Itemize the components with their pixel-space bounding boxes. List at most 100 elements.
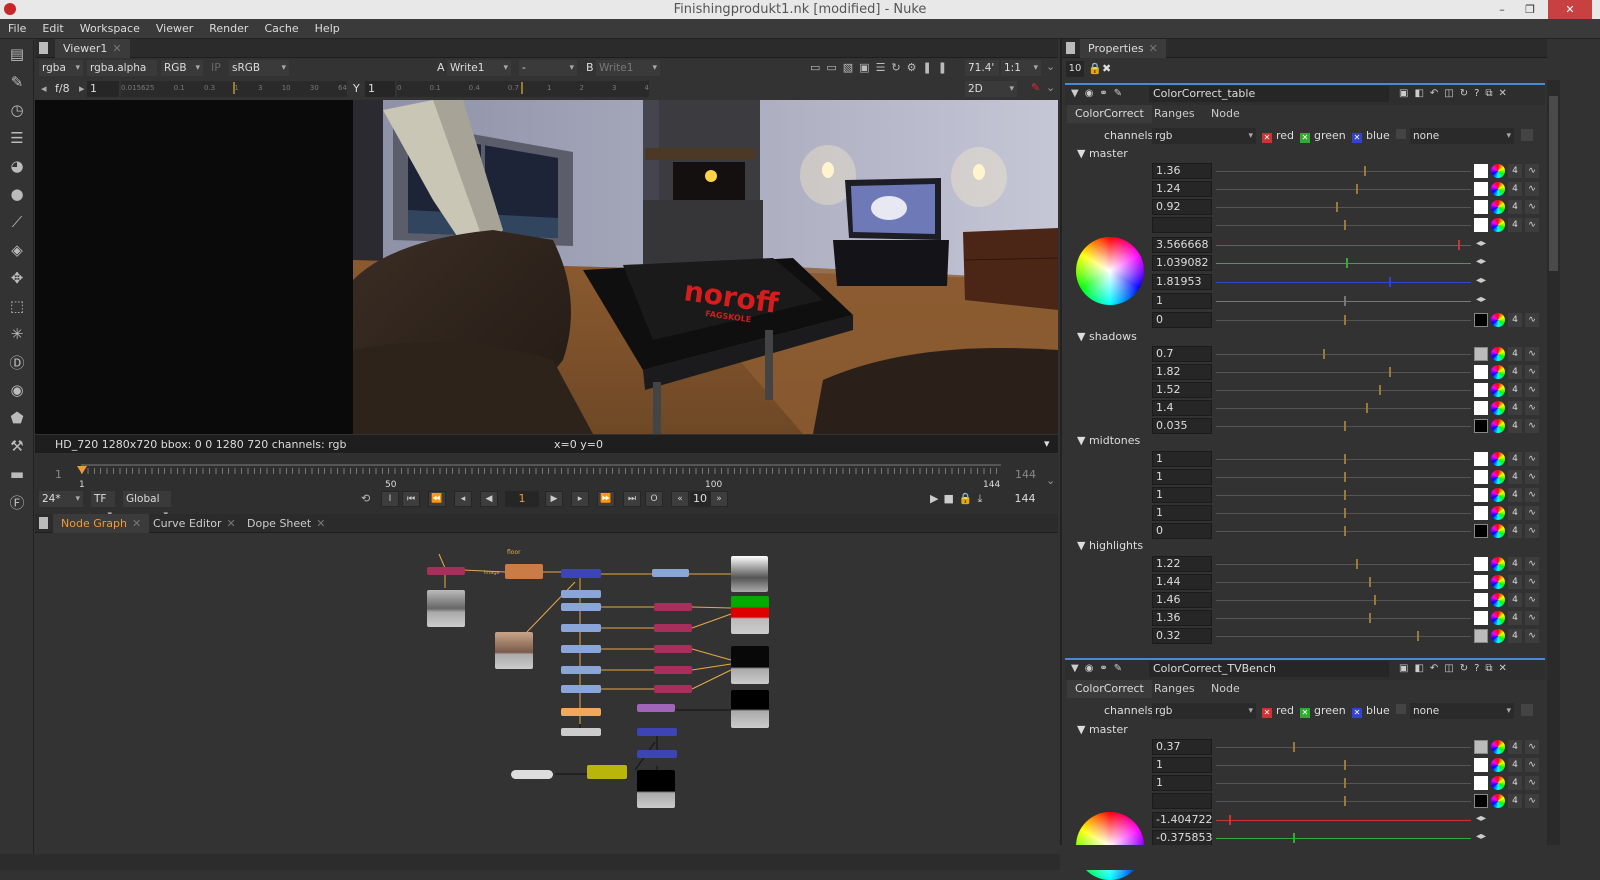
close-tab-icon[interactable]: ✕ bbox=[112, 42, 121, 55]
channel-split-button[interactable]: 4 bbox=[1508, 794, 1522, 808]
color-picker-icon[interactable] bbox=[1491, 470, 1505, 484]
transform-tools-icon[interactable]: ✥ bbox=[0, 264, 34, 292]
gain-channel-knob[interactable] bbox=[1458, 240, 1461, 250]
param-value-field[interactable]: 1.82 bbox=[1152, 364, 1212, 380]
animation-menu-icon[interactable]: ∿ bbox=[1525, 452, 1539, 466]
param-value-field[interactable]: 1 bbox=[1152, 757, 1212, 773]
channel-split-button[interactable]: 4 bbox=[1508, 182, 1522, 196]
param-slider-knob[interactable] bbox=[1335, 202, 1338, 212]
gain-channel-field[interactable]: 1 bbox=[1152, 293, 1212, 309]
channel-split-button[interactable]: 4 bbox=[1508, 776, 1522, 790]
color-swatch[interactable] bbox=[1474, 452, 1488, 466]
param-slider[interactable] bbox=[1216, 600, 1471, 601]
input-a-dropdown[interactable]: Write1 bbox=[447, 60, 511, 76]
param-value-field[interactable]: 1.52 bbox=[1152, 382, 1212, 398]
tab-node-graph[interactable]: Node Graph ✕ bbox=[53, 514, 150, 533]
gain-channel-slider[interactable] bbox=[1216, 282, 1471, 283]
end-frame-field[interactable]: 144 bbox=[1007, 491, 1043, 507]
tab-curve-editor[interactable]: Curve Editor ✕ bbox=[145, 514, 244, 533]
color-swatch[interactable] bbox=[1474, 365, 1488, 379]
param-slider-knob[interactable] bbox=[1343, 778, 1346, 788]
channel-split-button[interactable]: 4 bbox=[1508, 758, 1522, 772]
in-point-icon[interactable]: I bbox=[381, 491, 399, 507]
input-b-dropdown[interactable]: Write1 bbox=[596, 60, 660, 76]
color-picker-icon[interactable] bbox=[1491, 347, 1505, 361]
tf-dropdown[interactable]: TF bbox=[91, 491, 115, 523]
alpha-channel-dropdown[interactable]: rgba.alpha bbox=[87, 60, 157, 92]
color-picker-icon[interactable] bbox=[1491, 182, 1505, 196]
color-swatch[interactable] bbox=[1474, 419, 1488, 433]
node-cc-6[interactable] bbox=[561, 685, 601, 693]
gain-channel-knob[interactable] bbox=[1343, 296, 1346, 306]
draw-tools-icon[interactable]: ✎ bbox=[0, 68, 34, 96]
channel-green-checkbox[interactable]: ✕ bbox=[1300, 708, 1310, 718]
param-value-field[interactable]: 0.035 bbox=[1152, 418, 1212, 434]
color-swatch[interactable] bbox=[1474, 575, 1488, 589]
param-slider-knob[interactable] bbox=[1363, 166, 1366, 176]
param-slider-knob[interactable] bbox=[1389, 367, 1392, 377]
gain-channel-field[interactable]: 1.039082 bbox=[1152, 255, 1212, 271]
animation-menu-icon[interactable]: ∿ bbox=[1525, 593, 1539, 607]
node-name-field[interactable]: ColorCorrect_TVBench bbox=[1149, 661, 1389, 677]
color-swatch[interactable] bbox=[1474, 164, 1488, 178]
menu-help[interactable]: Help bbox=[307, 19, 348, 39]
filter-tools-icon[interactable]: ● bbox=[0, 180, 34, 208]
section-toggle[interactable]: ▼ master bbox=[1077, 723, 1128, 736]
param-slider[interactable] bbox=[1216, 618, 1471, 619]
prev-frame-icon[interactable]: ◂ bbox=[454, 491, 472, 507]
panel-header-icons[interactable]: ▼◉⚭✎ bbox=[1071, 663, 1128, 674]
channel-split-button[interactable]: 4 bbox=[1508, 629, 1522, 643]
color-picker-icon[interactable] bbox=[1491, 524, 1505, 538]
param-value-field[interactable]: 1.22 bbox=[1152, 556, 1212, 572]
compare-dropdown[interactable]: - bbox=[519, 60, 577, 76]
node-cc-5[interactable] bbox=[561, 666, 601, 674]
color-picker-icon[interactable] bbox=[1491, 164, 1505, 178]
param-slider-knob[interactable] bbox=[1369, 577, 1371, 587]
expand-controls-icon[interactable]: ⌄ bbox=[1046, 60, 1055, 73]
tab-viewer1[interactable]: Viewer1 ✕ bbox=[55, 39, 130, 58]
extra-channel-dropdown[interactable]: none bbox=[1410, 703, 1514, 719]
node-cc-1[interactable] bbox=[561, 590, 601, 598]
play-backward-icon[interactable]: ◀ bbox=[480, 491, 498, 507]
param-slider-knob[interactable] bbox=[1343, 315, 1346, 325]
node-thumb-1[interactable] bbox=[731, 556, 768, 592]
channels-dropdown[interactable]: rgba bbox=[39, 60, 83, 76]
animation-menu-icon[interactable]: ∿ bbox=[1525, 740, 1539, 754]
node-thumb-7[interactable] bbox=[637, 770, 675, 808]
color-swatch[interactable] bbox=[1474, 182, 1488, 196]
close-tab-icon[interactable]: ✕ bbox=[227, 517, 236, 530]
other-tools-icon[interactable]: ⚒ bbox=[0, 432, 34, 460]
param-value-field[interactable]: 0.92 bbox=[1152, 199, 1212, 215]
fps-dropdown[interactable]: 24* bbox=[39, 491, 83, 507]
param-slider-knob[interactable] bbox=[1369, 613, 1371, 623]
node-shuffle-4[interactable] bbox=[654, 666, 692, 674]
color-picker-icon[interactable] bbox=[1491, 200, 1505, 214]
close-button[interactable]: ✕ bbox=[1548, 0, 1592, 19]
node-thumb-6[interactable] bbox=[731, 690, 769, 728]
gain-channel-slider[interactable] bbox=[1216, 263, 1471, 264]
channel-split-button[interactable]: 4 bbox=[1508, 488, 1522, 502]
channel-arrows-icon[interactable]: ◂▸ bbox=[1476, 275, 1486, 286]
color-picker-icon[interactable] bbox=[1491, 776, 1505, 790]
channel-split-button[interactable]: 4 bbox=[1508, 575, 1522, 589]
panel-header-icons[interactable]: ▼◉⚭✎ bbox=[1071, 88, 1128, 99]
node-thumb-2[interactable] bbox=[427, 590, 465, 627]
color-swatch[interactable] bbox=[1474, 383, 1488, 397]
animation-menu-icon[interactable]: ∿ bbox=[1525, 164, 1539, 178]
node-shuffle-1[interactable] bbox=[654, 603, 692, 611]
node-yellow[interactable] bbox=[587, 765, 627, 779]
animation-menu-icon[interactable]: ∿ bbox=[1525, 629, 1539, 643]
param-slider-knob[interactable] bbox=[1343, 421, 1346, 431]
param-slider[interactable] bbox=[1216, 408, 1471, 409]
extra-channel-dropdown[interactable]: none bbox=[1410, 128, 1514, 144]
color-picker-icon[interactable] bbox=[1491, 419, 1505, 433]
param-slider-knob[interactable] bbox=[1379, 385, 1382, 395]
animation-menu-icon[interactable]: ∿ bbox=[1525, 758, 1539, 772]
color-tools-icon[interactable]: ◕ bbox=[0, 152, 34, 180]
node-floor[interactable] bbox=[505, 564, 543, 579]
channel-split-button[interactable]: 4 bbox=[1508, 611, 1522, 625]
param-value-field[interactable]: 0.7 bbox=[1152, 346, 1212, 362]
node-cc-2[interactable] bbox=[561, 603, 601, 611]
channel-split-button[interactable]: 4 bbox=[1508, 401, 1522, 415]
param-slider-knob[interactable] bbox=[1343, 526, 1346, 536]
